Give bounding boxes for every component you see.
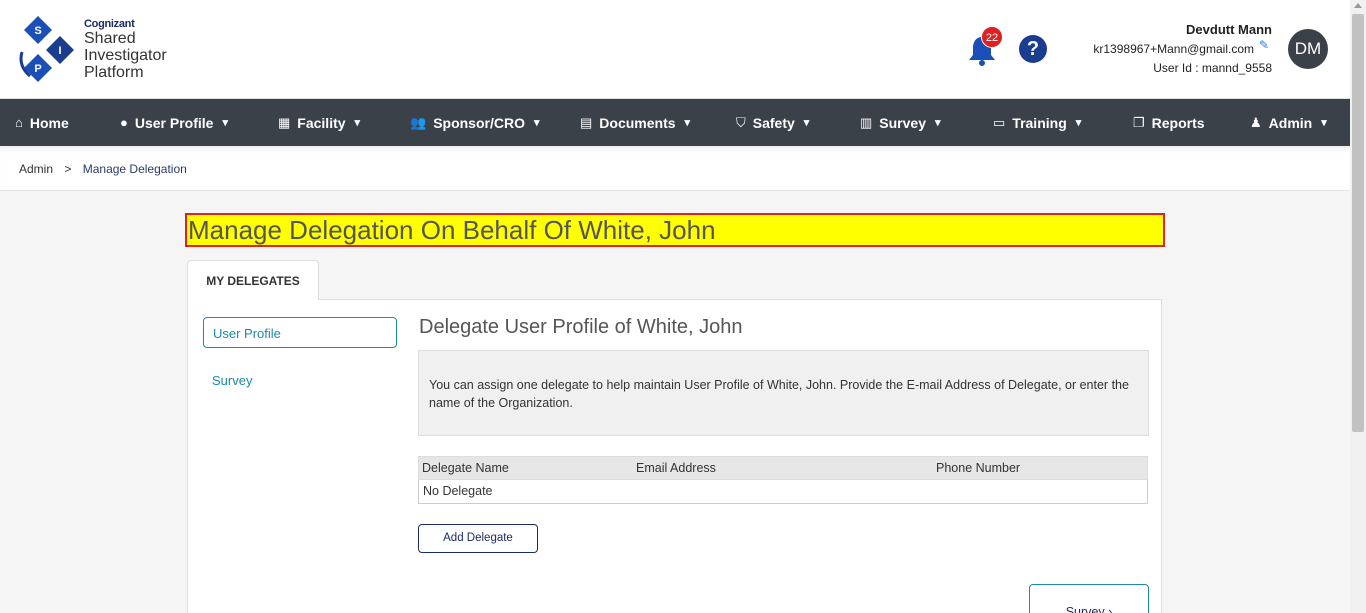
reports-icon: ❐: [1133, 114, 1145, 130]
nav-item-reports[interactable]: ❐ Reports: [1133, 99, 1205, 146]
logo-line-1: Shared: [84, 30, 136, 47]
user-circle-icon: ●: [120, 115, 128, 130]
nav-item-user-profile[interactable]: ● User Profile ▾: [120, 99, 228, 146]
scroll-up-arrow-icon[interactable]: [1354, 3, 1362, 8]
chevron-down-icon: ▾: [684, 117, 691, 129]
users-icon: 👥: [410, 114, 427, 130]
logo-brand: Cognizant: [84, 18, 135, 30]
document-icon: ▤: [580, 114, 593, 130]
laptop-icon: ▭: [993, 114, 1006, 130]
breadcrumb: Admin > Manage Delegation: [19, 162, 187, 176]
header: S I P Cognizant Shared Investigator Plat…: [0, 0, 1350, 99]
chevron-down-icon: ▾: [222, 117, 228, 129]
nav-item-label: Safety: [752, 114, 795, 131]
main-nav: ⌂ Home ● User Profile ▾ ▦ Facility ▾ 👥 S…: [0, 99, 1350, 146]
nav-item-label: Training: [1012, 114, 1067, 131]
logo-line-3: Platform: [84, 64, 144, 81]
page-title: Manage Delegation On Behalf Of White, Jo…: [185, 213, 1165, 247]
nav-item-sponsor-cro[interactable]: 👥 Sponsor/CRO ▾: [410, 99, 540, 146]
info-box: You can assign one delegate to help main…: [418, 350, 1149, 436]
user-name: Devdutt Mann: [1186, 22, 1272, 37]
add-delegate-button[interactable]: Add Delegate: [418, 524, 538, 553]
nav-item-safety[interactable]: ⛉ Safety ▾: [736, 99, 809, 146]
delegate-table: Delegate Name Email Address Phone Number…: [418, 456, 1148, 504]
help-icon[interactable]: ?: [1019, 35, 1047, 63]
nav-item-label: User Profile: [134, 114, 214, 131]
user-id: User Id : mannd_9558: [1153, 61, 1272, 75]
nav-item-label: Reports: [1151, 114, 1205, 131]
breadcrumb-bar: Admin > Manage Delegation: [0, 146, 1350, 191]
logo-line-2: Investigator: [84, 47, 167, 64]
survey-button-label: Survey: [1065, 604, 1105, 613]
side-item-user-profile[interactable]: User Profile: [203, 317, 397, 348]
nav-item-survey[interactable]: ▥ Survey ▾: [860, 99, 941, 146]
empty-table-message: No Delegate: [423, 484, 493, 498]
nav-item-admin[interactable]: ♟ Admin ▾: [1250, 99, 1327, 146]
nav-item-label: Sponsor/CRO: [433, 114, 525, 131]
logo-text: Cognizant Shared Investigator Platform: [84, 18, 167, 81]
chevron-down-icon: ▾: [1075, 117, 1082, 129]
edit-profile-icon[interactable]: ✎: [1259, 38, 1269, 52]
chevron-right-icon: ›: [1108, 604, 1113, 613]
sip-logo-icon: S I P: [19, 16, 74, 82]
nav-item-label: Survey: [879, 114, 926, 131]
survey-next-button[interactable]: Survey ›: [1029, 584, 1149, 613]
nav-item-home[interactable]: ⌂ Home: [15, 99, 69, 146]
breadcrumb-separator: >: [64, 162, 72, 176]
column-header-email: Email Address: [636, 461, 716, 475]
chevron-down-icon: ▾: [1321, 117, 1327, 129]
table-header: Delegate Name Email Address Phone Number: [418, 456, 1148, 480]
nav-item-label: Documents: [599, 114, 676, 131]
column-header-phone: Phone Number: [936, 461, 1021, 475]
svg-text:P: P: [34, 63, 41, 75]
chevron-down-icon: ▾: [354, 117, 361, 129]
building-icon: ▦: [278, 114, 291, 130]
tab-my-delegates[interactable]: MY DELEGATES: [187, 260, 319, 300]
side-item-survey[interactable]: Survey: [203, 365, 397, 396]
chevron-down-icon: ▾: [803, 117, 810, 129]
chevron-down-icon: ▾: [935, 117, 941, 129]
nav-item-training[interactable]: ▭ Training ▾: [993, 99, 1081, 146]
scrollbar-thumb[interactable]: [1352, 14, 1364, 432]
section-title: Delegate User Profile of White, John: [419, 316, 743, 338]
nav-item-documents[interactable]: ▤ Documents ▾: [580, 99, 690, 146]
nav-item-label: Admin: [1268, 114, 1313, 131]
shield-icon: ⛉: [736, 114, 746, 130]
breadcrumb-current: Manage Delegation: [82, 162, 187, 176]
breadcrumb-admin[interactable]: Admin: [19, 162, 53, 176]
chevron-down-icon: ▾: [533, 117, 540, 129]
nav-item-label: Home: [29, 114, 69, 131]
user-email: kr1398967+Mann@gmail.com: [1093, 42, 1254, 56]
svg-text:S: S: [34, 25, 41, 37]
nav-item-facility[interactable]: ▦ Facility ▾: [278, 99, 360, 146]
table-row: No Delegate: [418, 480, 1148, 504]
avatar[interactable]: DM: [1288, 29, 1328, 69]
column-header-delegate-name: Delegate Name: [422, 461, 509, 475]
notification-count-badge: 22: [981, 26, 1003, 48]
svg-text:I: I: [58, 45, 61, 57]
chart-icon: ▥: [860, 114, 873, 130]
home-icon: ⌂: [15, 115, 23, 130]
user-icon: ♟: [1250, 114, 1262, 130]
nav-item-label: Facility: [297, 114, 346, 131]
